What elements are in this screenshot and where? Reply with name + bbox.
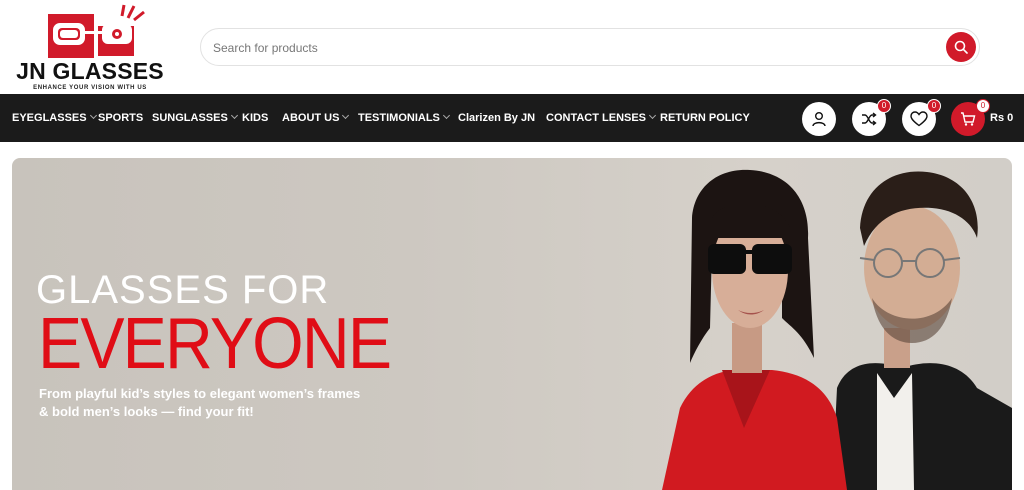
nav-label: SUNGLASSES (152, 112, 228, 124)
brand-tagline: ENHANCE YOUR VISION WITH US (33, 85, 147, 91)
user-icon (812, 112, 826, 127)
nav-item-testimonials[interactable]: TESTIMONIALS (358, 94, 450, 142)
nav-label: Clarizen By JN (458, 112, 536, 124)
chevron-down-icon (442, 111, 450, 120)
nav-label: SPORTS (98, 112, 144, 124)
chevron-down-icon (230, 111, 238, 120)
nav-label: TESTIMONIALS (358, 112, 440, 124)
nav-label: CONTACT LENSES (546, 112, 647, 124)
wishlist-count-badge: 0 (927, 99, 941, 113)
shuffle-icon (862, 112, 877, 126)
brand-name: JN GLASSES (16, 58, 164, 84)
site-logo[interactable]: JN GLASSES ENHANCE YOUR VISION WITH US (12, 4, 168, 91)
search-button[interactable] (946, 32, 976, 62)
chevron-down-icon (89, 111, 97, 120)
hero-banner[interactable]: GLASSES FOR EVERYONE From playful kid’s … (12, 158, 1012, 490)
logo-glasses-mark (48, 4, 145, 58)
nav-item-eyeglasses[interactable]: EYEGLASSES (12, 94, 97, 142)
nav-item-sunglasses[interactable]: SUNGLASSES (152, 94, 238, 142)
hero-models-image (662, 169, 1012, 490)
nav-item-return-policy[interactable]: RETURN POLICY (660, 94, 750, 142)
cart-count-badge: 0 (976, 99, 990, 113)
nav-item-contact-lenses[interactable]: CONTACT LENSES (546, 94, 657, 142)
chevron-down-icon (342, 111, 350, 120)
nav-label: RETURN POLICY (660, 112, 750, 124)
cart-icon (961, 112, 976, 126)
nav-item-about-us[interactable]: ABOUT US (282, 94, 350, 142)
search-bar (200, 28, 980, 66)
search-icon (954, 40, 968, 54)
hero-title-line2: EVERYONE (38, 304, 392, 384)
nav-item-kids[interactable]: KIDS (242, 94, 268, 142)
nav-label: EYEGLASSES (12, 112, 87, 124)
nav-item-clarizen[interactable]: Clarizen By JN (458, 94, 535, 142)
nav-label: KIDS (242, 112, 269, 124)
search-input[interactable] (213, 37, 913, 59)
nav-item-sports[interactable]: SPORTS (98, 94, 143, 142)
heart-icon (910, 111, 928, 127)
nav-label: ABOUT US (282, 112, 340, 124)
hero-subtitle: From playful kid’s styles to elegant wom… (39, 386, 361, 419)
chevron-down-icon (648, 111, 657, 120)
site-header: JN GLASSES ENHANCE YOUR VISION WITH US (0, 0, 1024, 94)
compare-count-badge: 0 (877, 99, 891, 113)
cart-total[interactable]: Rs 0 (990, 94, 1013, 142)
account-button[interactable] (802, 102, 836, 136)
